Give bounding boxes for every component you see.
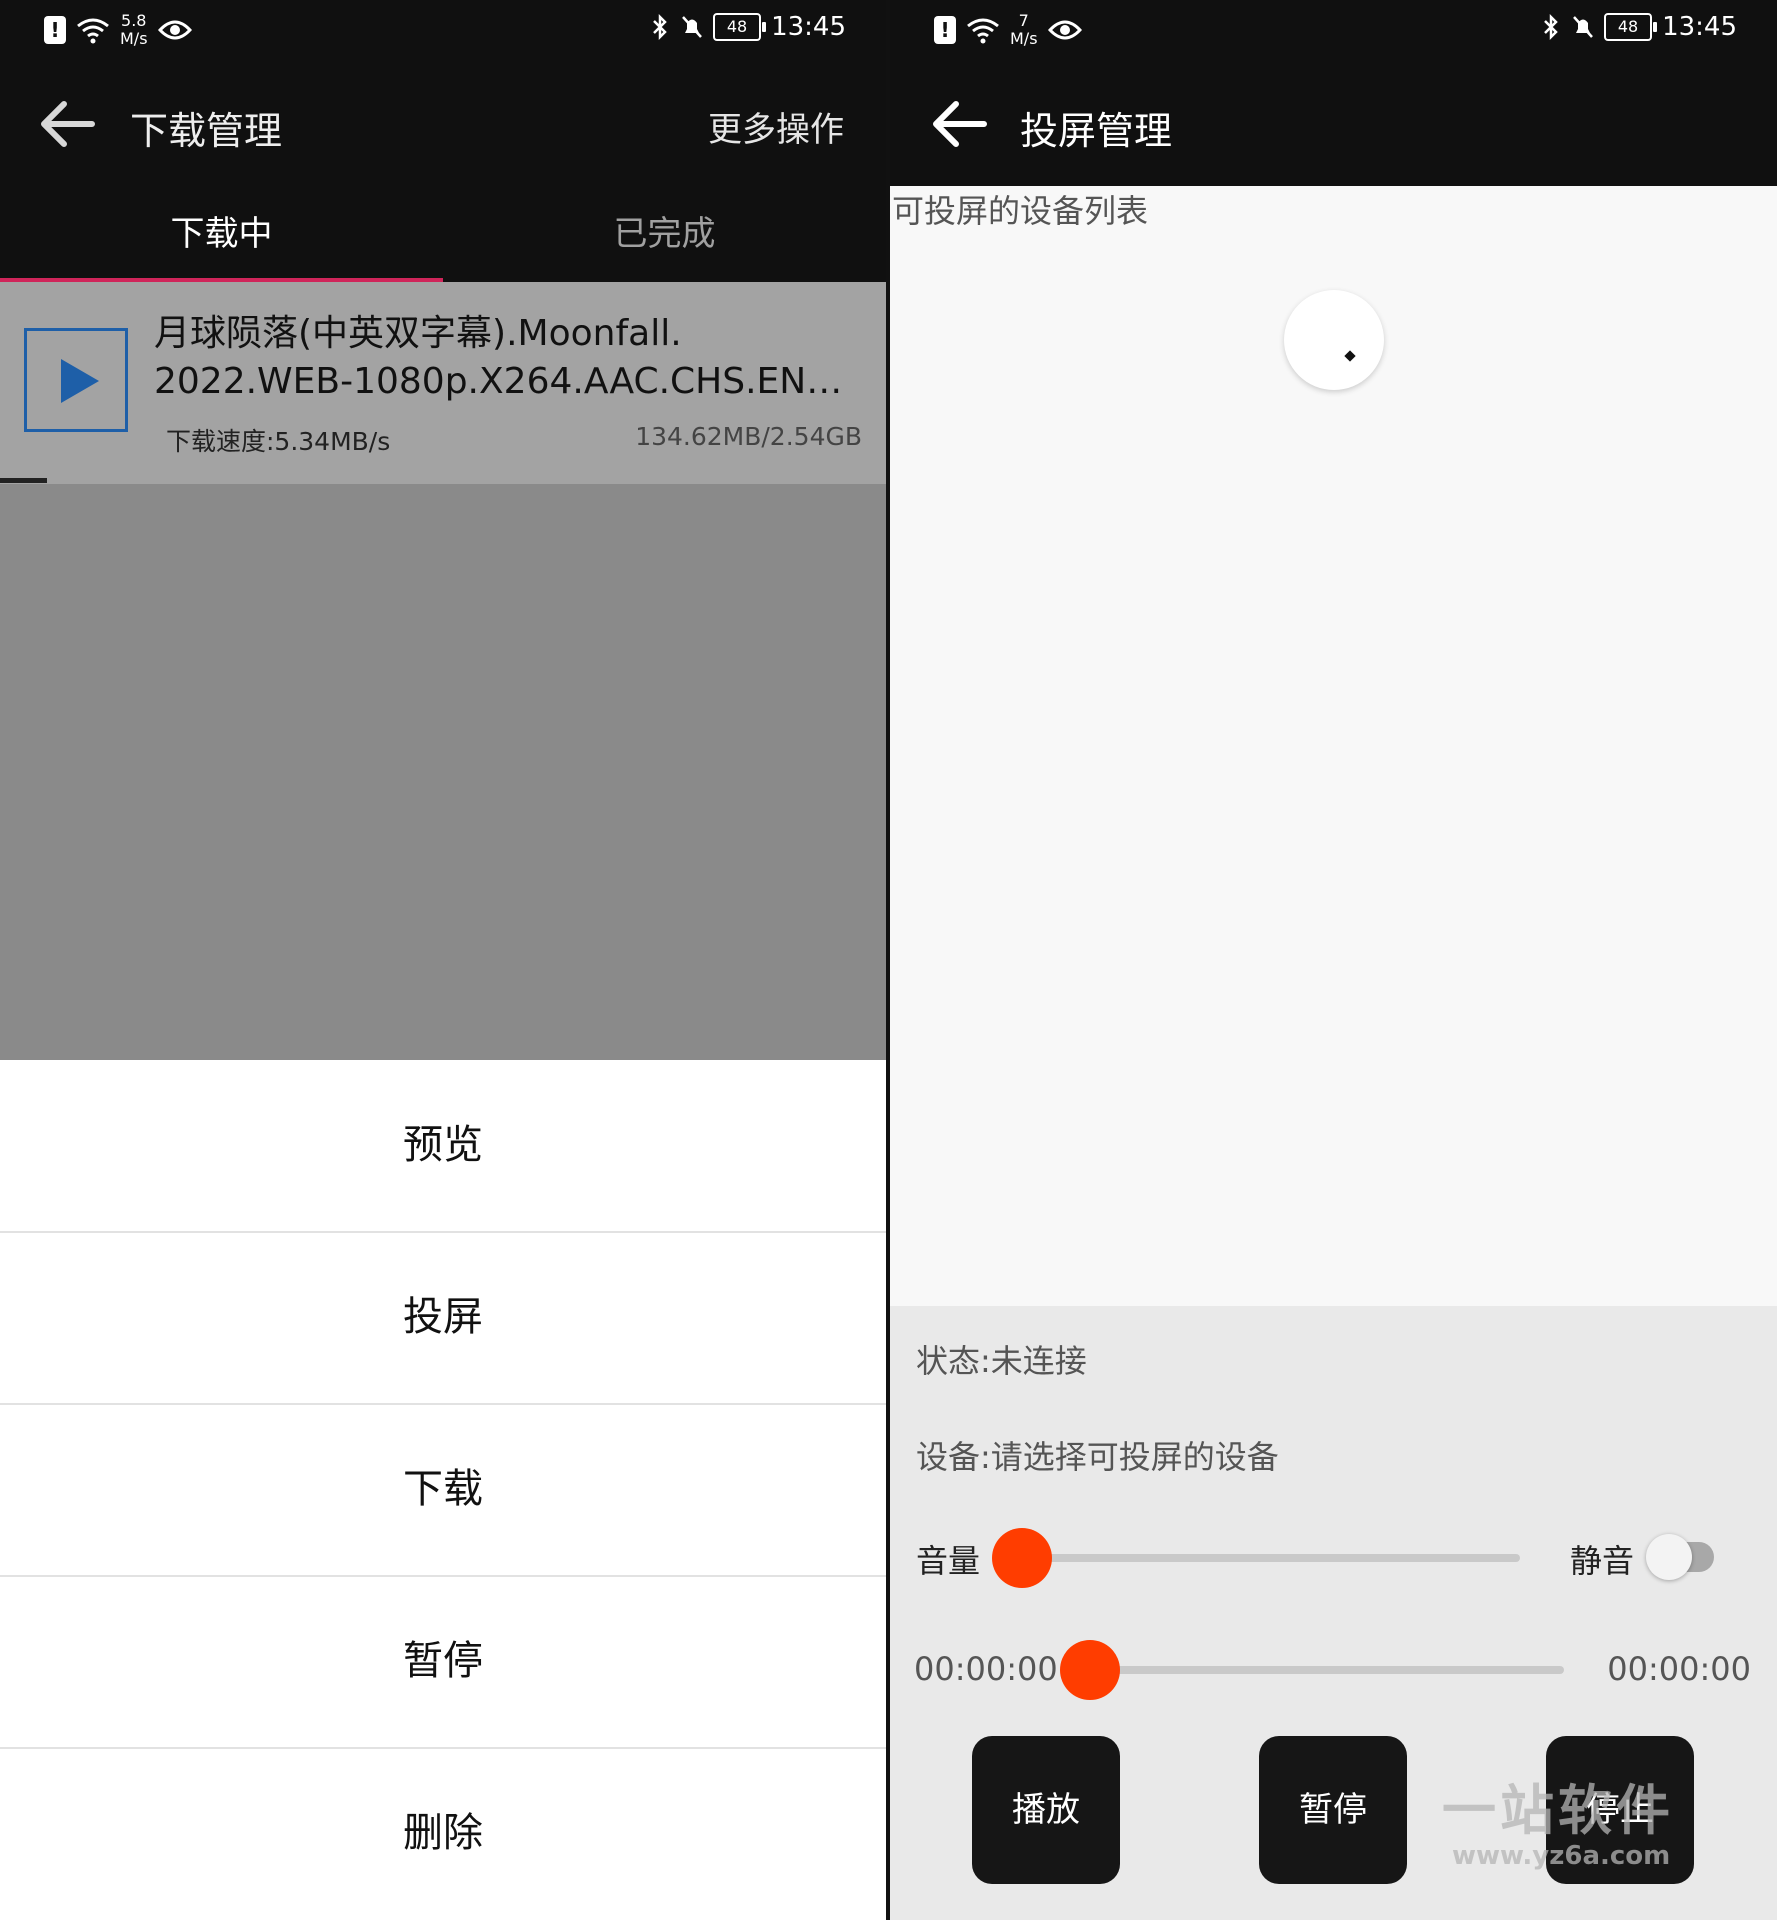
download-title: 月球陨落(中英双字幕).Moonfall. 2022.WEB-1080p.X26… (154, 313, 843, 402)
connection-status: 状态:未连接 (916, 1342, 1087, 1380)
tab-downloading[interactable]: 下载中 (0, 186, 443, 282)
alert-icon: ! (934, 16, 956, 44)
wifi-icon (77, 18, 109, 44)
status-bar: ! 5.8 M/s 48 13:45 (0, 0, 886, 62)
clock: 13:45 (771, 12, 846, 42)
total-time: 00:00:00 (1607, 1650, 1751, 1688)
battery-icon: 48 (1604, 13, 1658, 41)
cast-option[interactable]: 投屏 (0, 1232, 886, 1405)
action-sheet: 预览 投屏 下载 暂停 删除 (0, 1060, 886, 1920)
download-size: 134.62MB/2.54GB (635, 422, 862, 451)
battery-icon: 48 (713, 13, 767, 41)
bluetooth-icon (1544, 13, 1558, 41)
volume-label: 音量 (916, 1542, 981, 1580)
download-option[interactable]: 下载 (0, 1404, 886, 1577)
speed-value: 5.8 (121, 11, 147, 30)
play-button[interactable]: 播放 (972, 1736, 1120, 1884)
eye-icon (157, 20, 192, 40)
speed-value: 7 (1018, 11, 1029, 30)
app-bar: 投屏管理 (890, 62, 1777, 186)
play-icon[interactable] (24, 328, 128, 432)
seek-slider-thumb[interactable] (1060, 1640, 1120, 1700)
pause-button[interactable]: 暂停 (1259, 1736, 1407, 1884)
clock: 13:45 (1662, 12, 1737, 42)
eye-icon (1047, 20, 1082, 40)
download-manager-screen: ! 5.8 M/s 48 13:45 下载管理 更多操作 下载中 已完成 月球陨… (0, 0, 886, 1920)
status-bar: ! 7 M/s 48 13:45 (890, 0, 1777, 62)
watermark-url: www.yz6a.com (1452, 1841, 1671, 1871)
speed-unit: M/s (1010, 29, 1038, 48)
back-arrow-icon[interactable] (36, 98, 96, 150)
download-progress-bar (0, 478, 47, 483)
device-status: 设备:请选择可投屏的设备 (916, 1438, 1279, 1476)
pause-option[interactable]: 暂停 (0, 1576, 886, 1749)
delete-option[interactable]: 删除 (0, 1748, 886, 1919)
cast-manager-screen: ! 7 M/s 48 13:45 投屏管理 可投屏的设备列表 状态:未连接 设备… (890, 0, 1777, 1920)
current-time: 00:00:00 (914, 1650, 1058, 1688)
mute-toggle-thumb[interactable] (1646, 1534, 1692, 1580)
network-speed: 7 M/s (1010, 12, 1038, 48)
bluetooth-icon (653, 13, 667, 41)
speed-unit: M/s (120, 29, 148, 48)
cast-control-panel: 状态:未连接 设备:请选择可投屏的设备 音量 静音 00:00:00 00:00… (890, 1306, 1777, 1920)
device-list-title: 可投屏的设备列表 (892, 192, 1149, 230)
watermark-logo-text: 一站软件 (1442, 1779, 1674, 1842)
more-actions-button[interactable]: 更多操作 (708, 102, 844, 151)
network-speed: 5.8 M/s (120, 12, 148, 48)
alert-icon: ! (44, 16, 66, 44)
page-title: 下载管理 (130, 109, 283, 153)
volume-slider-thumb[interactable] (992, 1528, 1052, 1588)
mute-label: 静音 (1570, 1542, 1635, 1580)
download-speed: 下载速度:5.34MB/s (166, 427, 391, 456)
back-arrow-icon[interactable] (928, 98, 988, 150)
bell-off-icon (682, 16, 702, 38)
wifi-icon (967, 18, 999, 44)
app-bar: 下载管理 更多操作 (0, 62, 886, 186)
bell-off-icon (1573, 16, 1593, 38)
seek-slider[interactable] (1086, 1666, 1564, 1674)
volume-slider[interactable] (1014, 1554, 1520, 1562)
watermark: 一站软件 www.yz6a.com (1442, 1766, 1674, 1871)
download-item[interactable]: 月球陨落(中英双字幕).Moonfall. 2022.WEB-1080p.X26… (0, 282, 886, 484)
tab-bar: 下载中 已完成 (0, 186, 886, 282)
tab-completed[interactable]: 已完成 (443, 186, 886, 282)
preview-option[interactable]: 预览 (0, 1060, 886, 1233)
page-title: 投屏管理 (1020, 109, 1173, 153)
loading-spinner (1284, 290, 1384, 390)
